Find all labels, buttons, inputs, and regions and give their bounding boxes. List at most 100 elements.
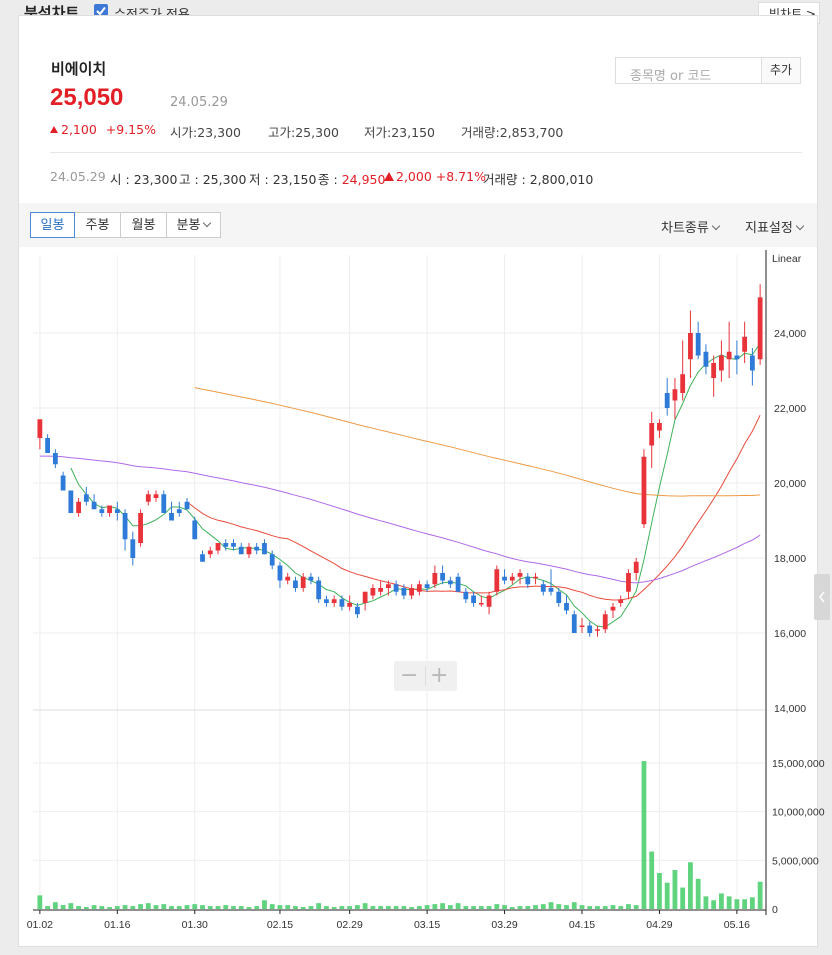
x-tick-label: 03.15: [414, 919, 440, 931]
volume-bar: [184, 905, 190, 909]
volume-bar: [571, 902, 577, 909]
zoom-in-button[interactable]: +: [430, 663, 448, 688]
candle: [393, 584, 399, 592]
candle: [478, 603, 484, 605]
candle: [122, 513, 128, 540]
side-panel-toggle[interactable]: [814, 574, 830, 620]
volume-bar: [517, 906, 523, 909]
volume-bar: [393, 906, 399, 909]
volume-bar: [76, 906, 81, 909]
volume-bar: [277, 905, 283, 909]
volume-bar: [695, 878, 701, 909]
x-tick-label: 03.29: [491, 919, 517, 931]
volume-bar: [324, 906, 329, 909]
volume-bar: [99, 906, 105, 909]
volume-bar: [370, 906, 376, 909]
volume-bar: [447, 905, 453, 909]
zoom-out-button[interactable]: −: [400, 663, 418, 688]
candle: [91, 501, 97, 510]
volume-bar: [610, 905, 616, 909]
candle: [525, 576, 531, 585]
candle: [231, 543, 236, 547]
volume-bar: [60, 905, 66, 909]
volume-bar: [308, 906, 314, 909]
volume-bar: [649, 851, 655, 909]
volume-bar: [664, 882, 670, 909]
volume-bar: [478, 906, 484, 909]
candle: [238, 546, 244, 555]
volume-bar: [633, 905, 639, 909]
volume-bar: [471, 906, 476, 909]
volume-bar: [385, 906, 391, 909]
volume-bar: [680, 887, 686, 909]
volume-bar: [757, 881, 763, 909]
candle: [153, 494, 159, 498]
candle: [672, 389, 678, 401]
candle: [618, 599, 624, 603]
volume-bar: [122, 905, 128, 909]
volume-bar: [83, 907, 89, 909]
candle: [579, 625, 585, 627]
volume-bar: [626, 904, 631, 909]
volume-tick-label: 5,000,000: [772, 855, 819, 867]
candle: [657, 423, 662, 431]
candle: [455, 576, 461, 592]
volume-bar: [153, 905, 159, 909]
volume-bar: [52, 902, 58, 909]
volume-bar: [347, 906, 353, 909]
volume-bar: [138, 904, 143, 909]
volume-bar: [269, 904, 275, 909]
candle: [595, 629, 600, 631]
volume-bar: [556, 904, 562, 909]
candle: [215, 543, 221, 551]
candle: [440, 573, 445, 581]
volume-bar: [262, 900, 267, 909]
volume-bar: [107, 907, 112, 909]
candle: [703, 351, 709, 367]
candle: [293, 580, 298, 588]
candle: [711, 363, 717, 378]
volume-bar: [548, 902, 554, 909]
volume-bar: [130, 906, 136, 909]
volume-bar: [726, 896, 732, 909]
candle: [688, 333, 693, 360]
volume-bar: [587, 906, 593, 909]
candle: [564, 603, 569, 611]
volume-bar: [440, 903, 445, 909]
candle: [45, 438, 51, 453]
x-tick-label: 04.15: [569, 919, 595, 931]
volume-bar: [176, 906, 182, 909]
volume-bar: [68, 903, 74, 909]
volume-bar: [432, 904, 438, 909]
candle: [285, 576, 291, 581]
x-tick-label: 05.16: [724, 919, 750, 931]
candle: [370, 588, 376, 596]
zoom-control: − +: [394, 661, 457, 691]
volume-bar: [316, 903, 322, 909]
volume-bar: [641, 761, 647, 909]
candle: [757, 297, 763, 360]
volume-bar: [494, 904, 500, 909]
volume-bar: [657, 872, 662, 909]
volume-bar: [579, 905, 585, 909]
candle: [331, 599, 337, 603]
candle: [184, 501, 190, 510]
candle: [734, 355, 740, 360]
tab-daily[interactable]: 일봉: [30, 212, 75, 238]
volume-bar: [688, 862, 693, 909]
candle: [494, 569, 500, 592]
candle: [223, 543, 229, 547]
volume-bar: [246, 907, 252, 909]
volume-tick-label: 10,000,000: [772, 807, 825, 819]
candle: [83, 494, 89, 502]
volume-bar: [672, 870, 678, 909]
volume-bar: [285, 905, 291, 909]
volume-bar: [463, 906, 469, 909]
volume-bar: [618, 906, 624, 909]
candle: [602, 614, 608, 630]
x-tick-label: 01.30: [182, 919, 208, 931]
price-chart[interactable]: Linear 24,000 22,000 20,000 18,000 16,000 14,0…: [0, 0, 832, 955]
candle: [99, 509, 105, 513]
volume-bar: [169, 906, 174, 909]
candle: [409, 588, 415, 596]
